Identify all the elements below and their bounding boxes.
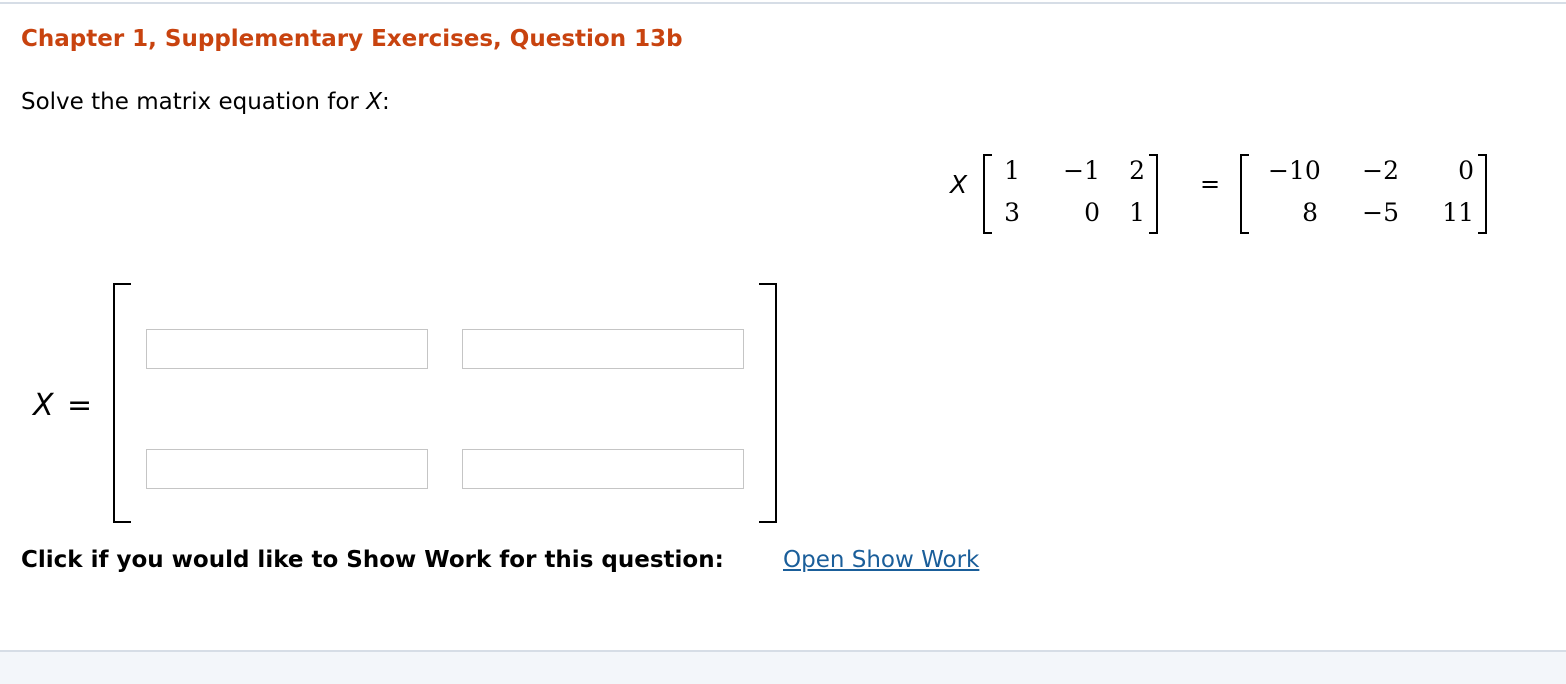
lhs-cell: 1: [1129, 198, 1145, 227]
top-divider: [0, 2, 1566, 4]
prompt-text: Solve the matrix equation for: [21, 89, 367, 115]
equation-variable: X: [950, 170, 968, 199]
answer-cell-r2c2[interactable]: [462, 449, 744, 489]
lhs-cell: −1: [1063, 156, 1100, 185]
question-prompt: Solve the matrix equation for X:: [21, 89, 390, 115]
answer-left-bracket: [113, 283, 131, 523]
answer-cell-r1c2[interactable]: [462, 329, 744, 369]
rhs-cell: −2: [1362, 156, 1399, 185]
prompt-variable: X: [366, 89, 382, 115]
question-title: Chapter 1, Supplementary Exercises, Ques…: [21, 26, 683, 52]
lhs-right-bracket: [1149, 154, 1158, 234]
rhs-cell: 0: [1458, 156, 1474, 185]
lhs-cell: 3: [1004, 198, 1020, 227]
answer-variable: X: [33, 388, 54, 423]
lhs-cell: 0: [1084, 198, 1100, 227]
open-show-work-link[interactable]: Open Show Work: [783, 547, 979, 573]
rhs-left-bracket: [1240, 154, 1249, 234]
show-work-label: Click if you would like to Show Work for…: [21, 547, 724, 573]
equation-equals: =: [1200, 170, 1221, 198]
rhs-cell: 8: [1302, 198, 1318, 227]
answer-equals: =: [67, 388, 93, 423]
rhs-cell: 11: [1442, 198, 1474, 227]
bottom-divider: [0, 650, 1566, 684]
lhs-cell: 2: [1129, 156, 1145, 185]
answer-cell-r1c1[interactable]: [146, 329, 428, 369]
prompt-suffix: :: [381, 89, 390, 115]
lhs-cell: 1: [1004, 156, 1020, 185]
rhs-cell: −5: [1362, 198, 1399, 227]
rhs-cell: −10: [1268, 156, 1321, 185]
rhs-right-bracket: [1478, 154, 1487, 234]
answer-cell-r2c1[interactable]: [146, 449, 428, 489]
answer-right-bracket: [759, 283, 777, 523]
